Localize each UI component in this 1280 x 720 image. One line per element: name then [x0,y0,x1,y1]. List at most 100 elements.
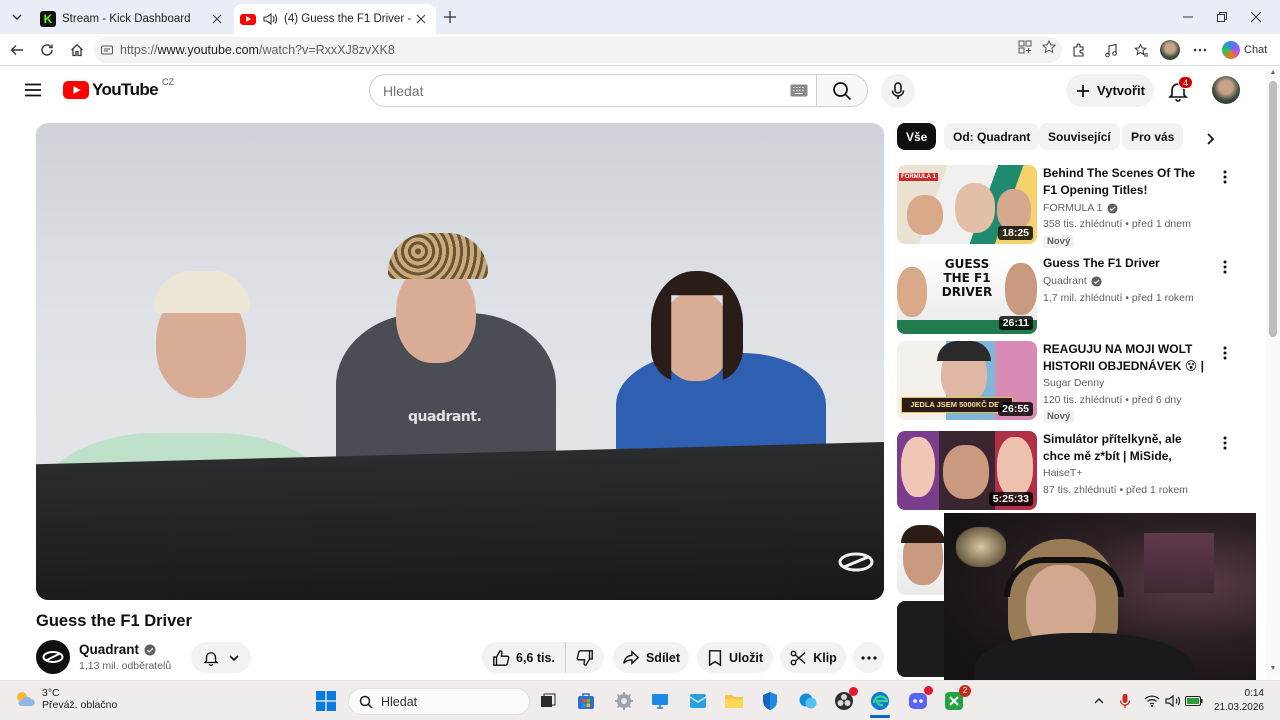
voice-search-button[interactable] [881,74,915,108]
address-bar[interactable]: https://www.youtube.com/watch?v=RxxXJ8zv… [94,37,1062,63]
tab-close-button[interactable] [412,10,430,28]
channel-avatar[interactable] [36,640,70,674]
like-button[interactable]: 6,6 tis. [482,642,566,673]
notifications-button[interactable]: 4 [1164,76,1194,105]
clip-button[interactable]: Klip [780,642,846,673]
search-button[interactable] [816,74,868,107]
partly-cloudy-icon [17,692,35,706]
media-button[interactable] [1099,38,1123,62]
search-input[interactable]: Hledat [369,74,816,107]
video-thumbnail[interactable]: FORMULA 1 18:25 [897,165,1037,244]
more-actions-button[interactable] [853,642,884,673]
chip-all[interactable]: Vše [897,123,937,150]
edge-browser-icon[interactable] [868,689,892,718]
guide-menu-button[interactable] [22,79,44,101]
related-video-item[interactable]: 5:25:33 Simulátor přítelkyně, ale chce m… [897,431,1261,511]
site-info-icon[interactable] [100,43,116,57]
extensions-button[interactable] [1066,38,1090,62]
whatsapp-app-icon[interactable]: 2 [942,685,971,713]
related-video-item[interactable]: FORMULA 1 18:25 Behind The Scenes Of The… [897,165,1261,248]
taskbar-search-placeholder: Hledat [381,694,418,709]
taskbar-search-input[interactable]: Hledat [348,688,530,715]
remote-desktop-app-icon[interactable] [648,689,672,713]
chips-next-button[interactable] [1202,131,1218,147]
show-hidden-icons-button[interactable] [1090,692,1108,710]
close-window-button[interactable] [1244,6,1268,28]
settings-menu-button[interactable] [1188,38,1212,62]
video-actions-menu-button[interactable] [1217,343,1233,363]
microphone-in-use-icon[interactable] [1116,692,1134,710]
weather-widget[interactable]: 3°C Převáž. oblačno [14,687,117,711]
profile-button[interactable] [1158,38,1182,62]
chat-support-app-icon[interactable] [796,689,820,713]
system-clock[interactable]: 0:14 21.03.2026 [1208,687,1264,715]
video-player[interactable]: quadrant. [36,123,884,600]
favorite-star-icon[interactable] [1041,39,1057,57]
subscription-notifications-button[interactable] [191,642,251,673]
video-actions-menu-button[interactable] [1217,167,1233,187]
scrollbar-thumb[interactable] [1269,81,1277,337]
video-actions-menu-button[interactable] [1217,257,1233,277]
copilot-chat-button[interactable]: Chat [1222,38,1267,62]
maximize-button[interactable] [1210,6,1234,28]
video-thumbnail[interactable]: GUESS THE F1 DRIVER 26:11 [897,255,1037,334]
favorites-button[interactable] [1129,38,1153,62]
outlook-app-icon[interactable] [686,689,710,713]
share-button[interactable]: Sdílet [613,642,689,673]
new-tab-button[interactable] [440,7,460,27]
related-video-item[interactable]: GUESS THE F1 DRIVER 26:11 Guess The F1 D… [897,255,1261,335]
discord-app-icon[interactable] [906,686,933,713]
video-duration: 26:11 [998,316,1033,330]
home-button[interactable] [65,38,89,62]
video-actions-menu-button[interactable] [1217,433,1233,453]
quadrant-logo-icon [42,651,64,663]
chevron-down-icon [229,654,239,661]
audio-playing-icon[interactable] [262,12,278,26]
video-thumbnail[interactable]: 5:25:33 [897,431,1037,510]
back-button[interactable] [5,38,29,62]
app-available-icon[interactable] [1018,40,1032,57]
new-badge: Nový [1043,410,1075,423]
account-avatar[interactable] [1212,76,1240,104]
tab-list-button[interactable] [5,5,29,29]
tab-youtube[interactable]: (4) Guess the F1 Driver - YouTube [234,4,436,34]
video-meta: 358 tis. zhlédnutí • před 1 dnem [1043,218,1191,230]
create-button[interactable]: Vytvořit [1066,74,1154,107]
related-video-item[interactable]: JEDLA JSEM 5000KČ DEF 26:55 REAGUJU NA M… [897,341,1261,423]
chevron-up-icon [1094,698,1104,704]
start-button[interactable] [314,689,338,713]
chip-from-channel[interactable]: Od: Quadrant [944,123,1040,150]
channel-name[interactable]: Quadrant [79,642,156,657]
security-app-icon[interactable] [758,689,782,713]
tab-close-button[interactable] [208,10,226,28]
volume-icon[interactable] [1164,692,1182,710]
related-video-thumbnail-partial[interactable] [897,517,944,595]
settings-app-icon[interactable] [612,689,636,713]
page-scrollbar[interactable]: ▲ ▼ [1266,67,1280,678]
wifi-icon[interactable] [1143,692,1161,710]
obs-app-icon[interactable] [832,687,858,713]
scroll-down-arrow-icon[interactable]: ▼ [1269,665,1277,673]
video-thumbnail[interactable]: JEDLA JSEM 5000KČ DEF 26:55 [897,341,1037,420]
file-explorer-icon[interactable] [722,689,746,713]
save-button[interactable]: Uložit [697,642,773,673]
battery-charging-icon[interactable] [1185,692,1203,710]
copilot-icon [1222,41,1240,59]
scroll-up-arrow-icon[interactable]: ▲ [1269,69,1277,77]
profile-avatar [1160,40,1180,60]
save-label: Uložit [728,650,764,665]
keyboard-icon[interactable] [790,84,808,100]
tab-kick-dashboard[interactable]: K Stream - Kick Dashboard [34,4,232,34]
reload-button[interactable] [35,38,59,62]
task-view-button[interactable] [536,689,560,713]
related-video-thumbnail-partial[interactable] [897,601,944,677]
chip-related[interactable]: Související [1039,123,1120,150]
store-app-icon[interactable] [574,689,598,713]
youtube-logo[interactable]: YouTube CZ [63,77,174,101]
more-vertical-icon [1223,170,1227,184]
minimize-button[interactable] [1176,6,1200,28]
task-view-icon [541,693,556,707]
chip-for-you[interactable]: Pro vás [1122,123,1184,150]
whatsapp-badge: 2 [959,685,971,697]
dislike-button[interactable] [566,649,604,667]
